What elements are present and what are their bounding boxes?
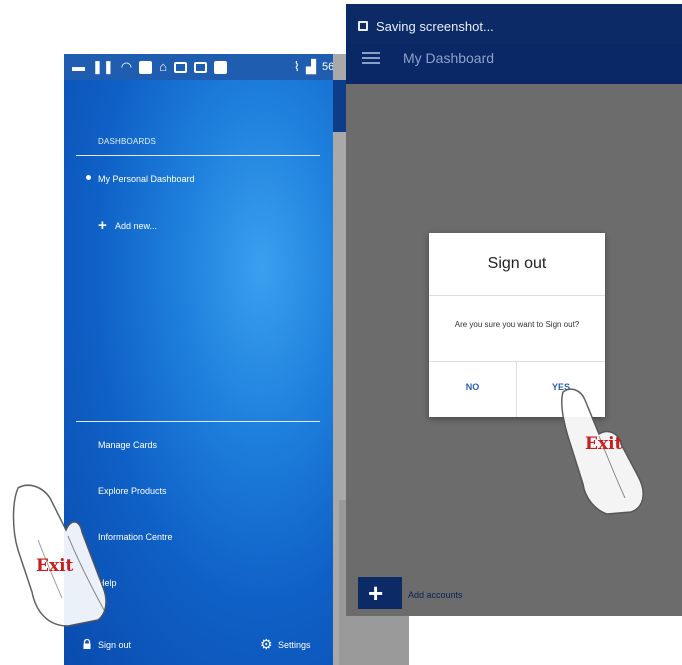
menu-item-manage-cards[interactable]: Manage Cards [98,440,157,450]
section-heading: DASHBOARDS [98,137,157,146]
wifi-icon: ◠ [120,59,133,74]
message-icon: ▬ [72,59,85,74]
add-accounts-label: Add accounts [408,590,463,600]
divider [76,421,320,422]
settings-button[interactable]: Settings [278,640,311,650]
cell-signal-icon: ▟ [305,59,316,74]
app-icon [139,60,153,74]
lock-icon [83,639,91,649]
android-icon: ⌂ [159,59,167,74]
page-title: My Dashboard [403,50,495,66]
wifi-signal-icon: ⌇ [293,59,300,74]
add-accounts-button[interactable]: + [358,577,402,609]
plus-icon: + [368,578,384,608]
exit-annotation-right: Exit [585,434,623,454]
notification-text: Saving screenshot... [376,19,494,34]
plus-icon: + [98,217,107,234]
dialog-message: Are you sure you want to Sign out? [454,320,580,329]
dashboard-item-personal[interactable]: My Personal Dashboard [98,174,195,184]
screenshot-icon [358,21,368,31]
gear-icon: ⚙ [260,636,273,652]
sign-out-button[interactable]: Sign out [98,640,131,650]
dialog-title: Sign out [487,255,547,272]
pause-icon: ❚❚ [92,59,114,74]
status-bar: ▬ ❚❚ ◠ ⌂ ⌇ ▟ 56% [64,54,346,80]
flipboard-icon [214,60,227,74]
add-new-dashboard-button[interactable]: Add new... [115,221,157,231]
no-button[interactable]: NO [429,362,516,417]
pointing-hand-icon [12,484,107,627]
divider [76,155,320,156]
exit-annotation-left: Exit [36,556,74,576]
divider [429,295,605,296]
dashboard-screen: Saving screenshot... My Dashboard Sign o… [346,4,682,616]
gallery-icon [174,61,187,73]
menu-icon[interactable] [362,52,380,64]
camera-icon [194,61,207,73]
app-bar [346,44,682,84]
selected-bullet-icon [86,175,91,180]
